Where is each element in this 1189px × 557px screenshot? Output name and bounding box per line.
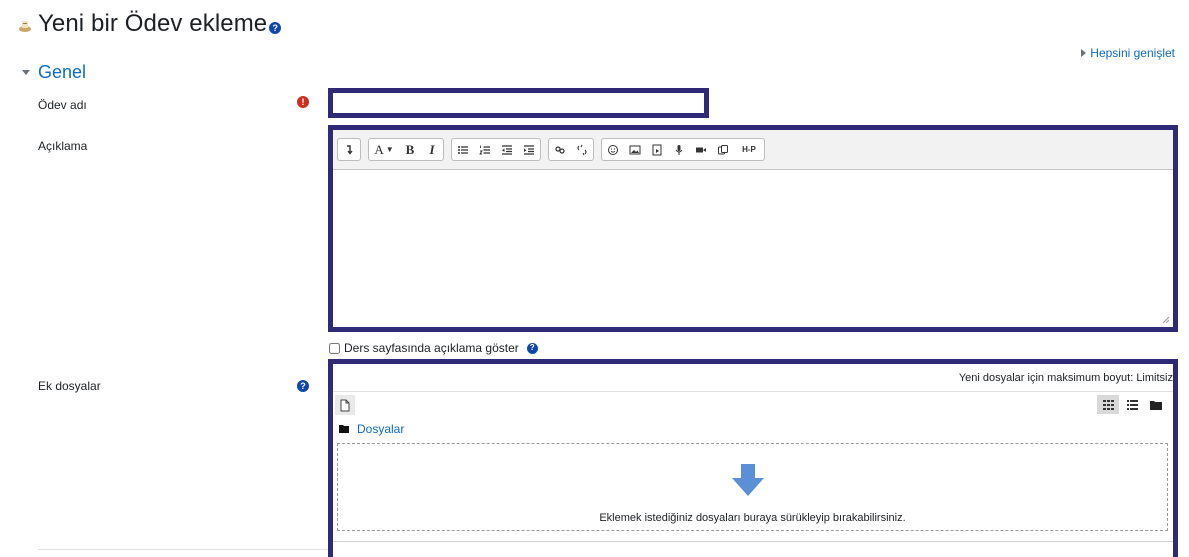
assignment-name-label: Ödev adı xyxy=(38,98,87,112)
emoji-icon[interactable] xyxy=(602,139,624,160)
ordered-list-icon[interactable] xyxy=(474,139,496,160)
description-label: Açıklama xyxy=(38,139,88,153)
editor-toolbar: A ▼ B I H-P xyxy=(333,130,1173,170)
unlink-icon[interactable] xyxy=(571,139,593,160)
indent-icon[interactable] xyxy=(518,139,540,160)
italic-label: I xyxy=(429,141,435,157)
toolbar-group-media: H-P xyxy=(601,138,765,161)
question-circle-icon[interactable]: ? xyxy=(269,22,282,34)
file-manager-divider xyxy=(333,541,1173,542)
show-description-checkbox[interactable] xyxy=(329,342,340,354)
attachments-label: Ek dosyalar xyxy=(38,379,101,393)
divider xyxy=(38,549,328,550)
section-title: Genel xyxy=(38,62,87,82)
view-switcher xyxy=(1097,395,1167,414)
collapse-icon[interactable] xyxy=(338,139,360,160)
breadcrumb: Dosyalar xyxy=(339,422,404,436)
show-description-option[interactable]: Ders sayfasında açıklama göster ? xyxy=(329,341,538,355)
file-icon xyxy=(340,399,350,411)
media-icon[interactable] xyxy=(646,139,668,160)
h5p-icon[interactable]: H-P xyxy=(734,139,764,160)
image-icon[interactable] xyxy=(624,139,646,160)
outdent-icon[interactable] xyxy=(496,139,518,160)
link-icon[interactable] xyxy=(549,139,571,160)
file-manager-toolbar xyxy=(333,391,1173,416)
tree-view-icon[interactable] xyxy=(1145,395,1167,414)
list-view-icon[interactable] xyxy=(1121,395,1143,414)
assignment-icon xyxy=(19,21,31,32)
caret-right-icon xyxy=(1081,49,1087,57)
record-audio-icon[interactable] xyxy=(668,139,690,160)
question-circle-icon[interactable]: ? xyxy=(297,380,309,392)
folder-link[interactable]: Dosyalar xyxy=(357,422,404,436)
record-video-icon[interactable] xyxy=(690,139,712,160)
assignment-name-input[interactable] xyxy=(328,88,709,118)
resize-grip-icon[interactable] xyxy=(1162,316,1170,324)
toolbar-group-style: A ▼ B I xyxy=(368,138,444,161)
exclamation-circle-icon: ! xyxy=(297,96,309,108)
italic-icon[interactable]: I xyxy=(421,139,443,160)
expand-all-label: Hepsini genişlet xyxy=(1090,46,1175,60)
show-description-label: Ders sayfasında açıklama göster xyxy=(344,341,519,355)
drop-instruction-text: Eklemek istediğiniz dosyaları buraya sür… xyxy=(599,512,906,524)
toolbar-group-links xyxy=(548,138,594,161)
bold-icon[interactable]: B xyxy=(399,139,421,160)
manage-files-icon[interactable] xyxy=(712,139,734,160)
toolbar-group-lists xyxy=(451,138,541,161)
question-circle-icon[interactable]: ? xyxy=(526,342,538,354)
bold-label: B xyxy=(405,141,415,157)
unordered-list-icon[interactable] xyxy=(452,139,474,160)
editor-content-area[interactable] xyxy=(333,171,1173,327)
font-style-icon[interactable]: A ▼ xyxy=(369,139,399,160)
expand-all-link[interactable]: Hepsini genişlet xyxy=(1081,46,1175,60)
page-title: Yeni bir Ödev ekleme xyxy=(38,10,268,37)
description-editor: A ▼ B I H-P xyxy=(328,125,1178,332)
add-file-button[interactable] xyxy=(335,395,355,415)
section-toggle-general[interactable]: Genel xyxy=(22,62,86,83)
icons-view-icon[interactable] xyxy=(1097,395,1119,414)
arrow-down-icon xyxy=(732,464,764,496)
page-header: Yeni bir Ödev ekleme ? xyxy=(18,10,282,38)
toolbar-group-collapse xyxy=(337,138,361,161)
font-style-label: A xyxy=(374,141,384,157)
file-manager: Yeni dosyalar için maksimum boyut: Limit… xyxy=(328,359,1178,557)
drop-zone[interactable]: Eklemek istediğiniz dosyaları buraya sür… xyxy=(337,443,1168,531)
folder-icon xyxy=(339,425,349,433)
max-size-text: Yeni dosyalar için maksimum boyut: Limit… xyxy=(958,372,1173,384)
h5p-label: H-P xyxy=(742,145,756,154)
caret-down-icon xyxy=(22,70,30,75)
